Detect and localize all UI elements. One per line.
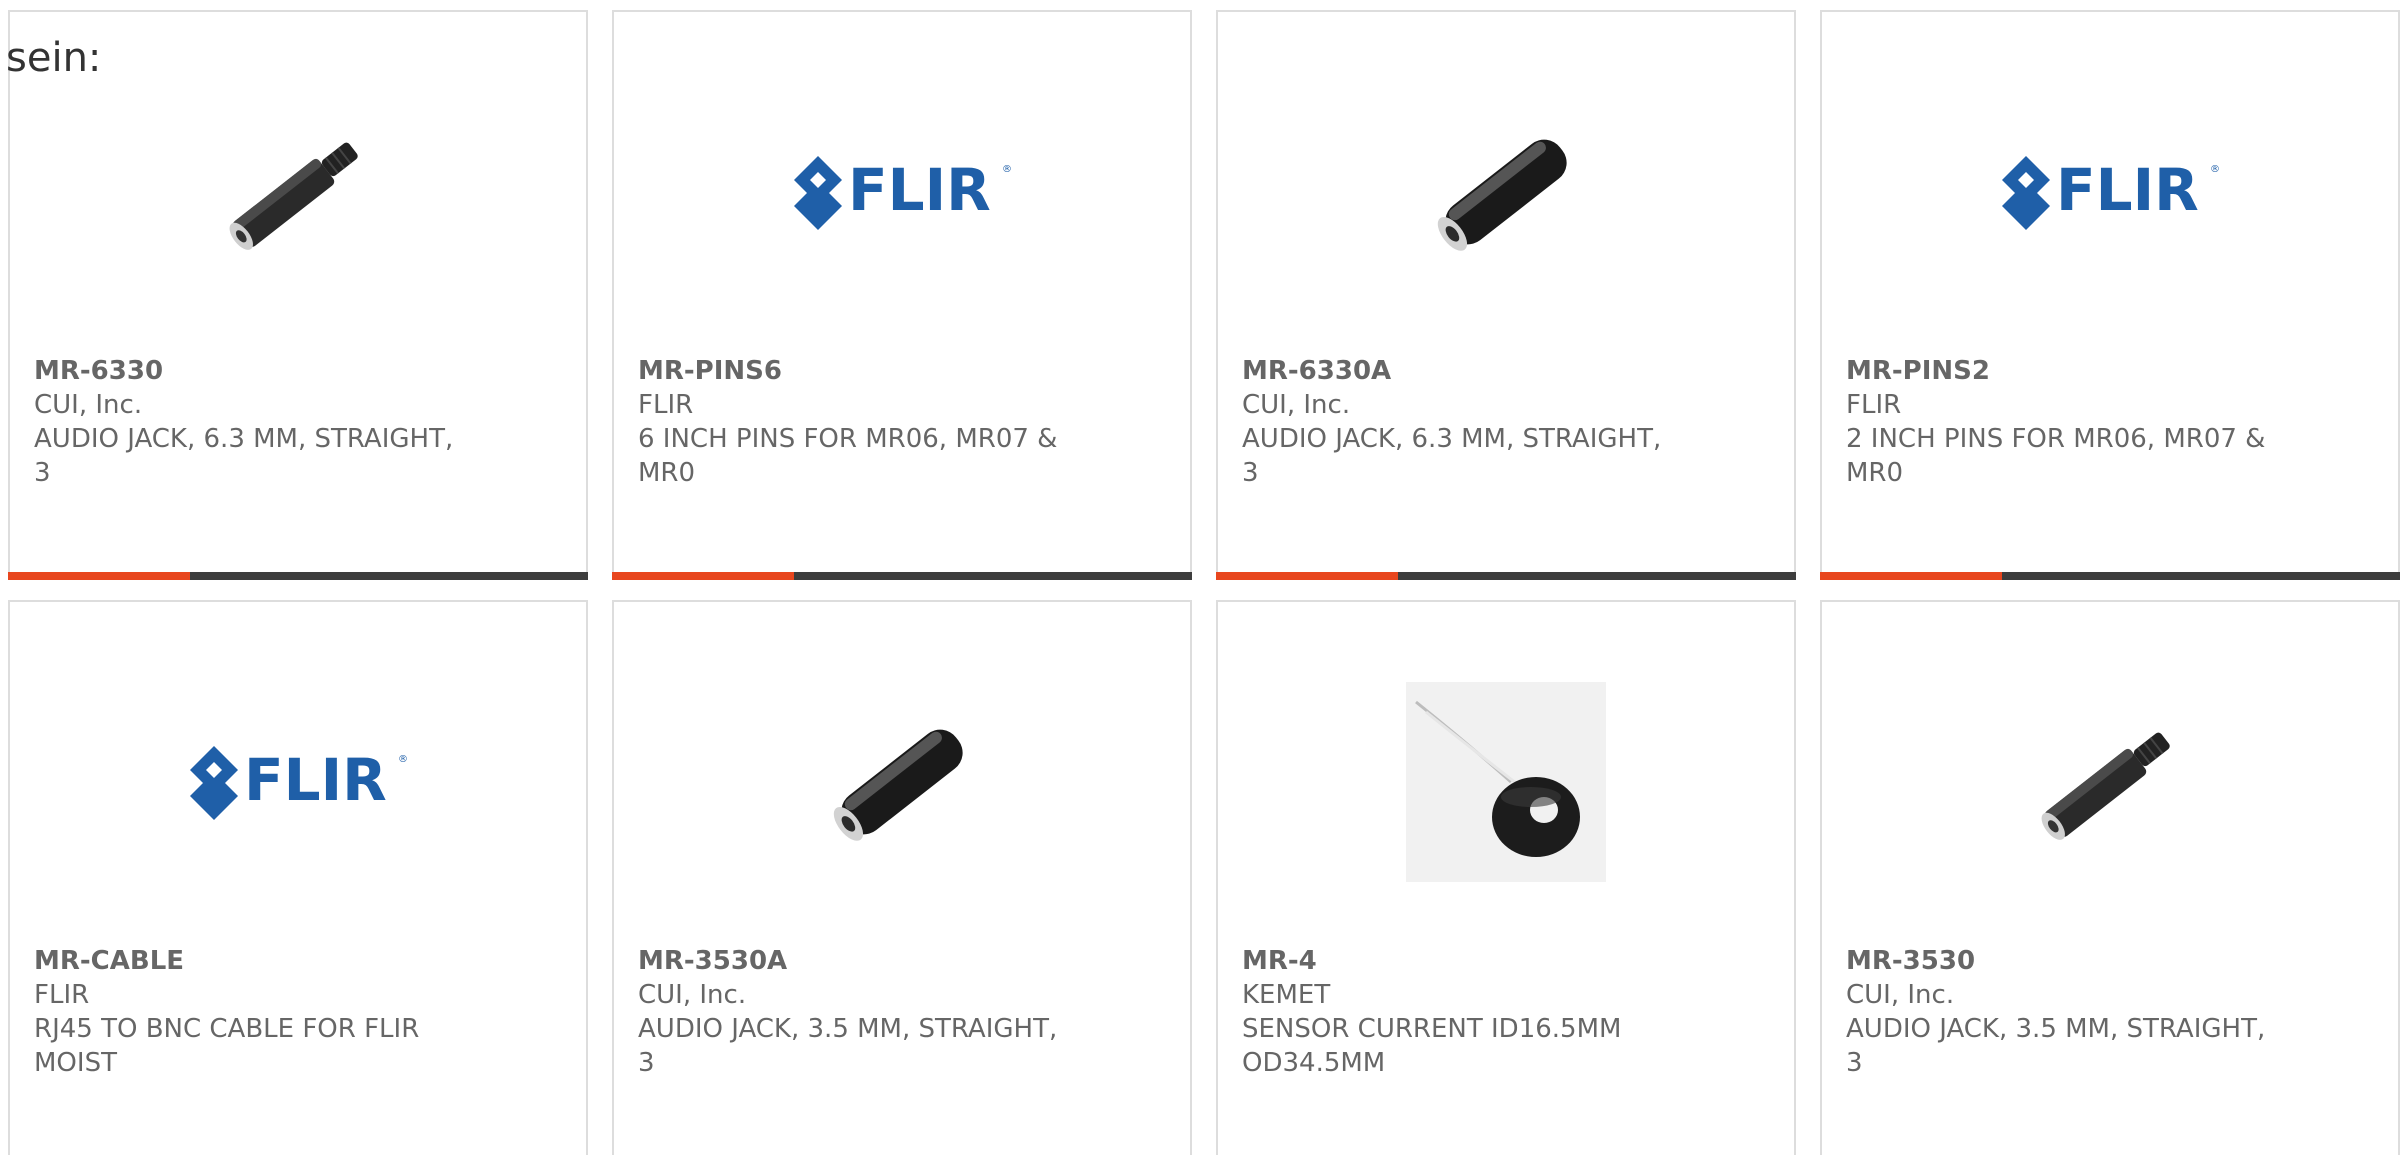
product-image[interactable]: FLIR ® <box>614 72 1190 312</box>
manufacturer: CUI, Inc. <box>1242 390 1351 420</box>
flir-logo-image: FLIR ® <box>2002 156 2220 230</box>
part-number[interactable]: MR-3530 <box>1846 944 2286 978</box>
product-card[interactable]: MR-6330 CUI, Inc. AUDIO JACK, 6.3 MM, ST… <box>8 10 588 580</box>
flir-logo-text: FLIR <box>848 156 991 224</box>
manufacturer: CUI, Inc. <box>1846 980 1955 1010</box>
audio-jack-thick-image <box>1437 139 1567 251</box>
audio-jack-long-image <box>229 142 358 250</box>
part-number[interactable]: MR-CABLE <box>34 944 474 978</box>
manufacturer: FLIR <box>1846 390 1902 420</box>
description: AUDIO JACK, 6.3 MM, STRAIGHT, 3 <box>1242 424 1662 488</box>
intro-text: sein: <box>6 35 102 81</box>
product-info: MR-4 KEMET SENSOR CURRENT ID16.5MM OD34.… <box>1242 944 1682 1080</box>
part-number[interactable]: MR-6330 <box>34 354 474 388</box>
product-info: MR-6330A CUI, Inc. AUDIO JACK, 6.3 MM, S… <box>1242 354 1682 490</box>
audio-jack-long-image <box>2041 732 2170 840</box>
card-accent-bar <box>8 572 190 580</box>
svg-text:®: ® <box>2210 164 2220 175</box>
card-bottom-bar <box>8 572 588 580</box>
card-accent-bar <box>612 572 794 580</box>
part-number[interactable]: MR-6330A <box>1242 354 1682 388</box>
product-image[interactable]: FLIR ® <box>1822 72 2398 312</box>
product-info: MR-CABLE FLIR RJ45 TO BNC CABLE FOR FLIR… <box>34 944 474 1080</box>
part-number[interactable]: MR-PINS2 <box>1846 354 2286 388</box>
manufacturer: CUI, Inc. <box>34 390 143 420</box>
product-card[interactable]: FLIR ® MR-CABLE FLIR RJ45 TO BNC CABLE F… <box>8 600 588 1155</box>
flir-logo-text: FLIR <box>244 746 387 814</box>
product-grid-page: sein: MR-6330 CUI, Inc. AUDIO JACK, 6.3 <box>0 0 2400 1155</box>
description: 2 INCH PINS FOR MR06, MR07 & MR0 <box>1846 424 2266 488</box>
product-image[interactable] <box>614 662 1190 902</box>
description: AUDIO JACK, 6.3 MM, STRAIGHT, 3 <box>34 424 454 488</box>
description: AUDIO JACK, 3.5 MM, STRAIGHT, 3 <box>1846 1014 2266 1078</box>
product-info: MR-PINS2 FLIR 2 INCH PINS FOR MR06, MR07… <box>1846 354 2286 490</box>
product-image[interactable] <box>1822 662 2398 902</box>
svg-text:®: ® <box>398 754 408 765</box>
product-info: MR-3530A CUI, Inc. AUDIO JACK, 3.5 MM, S… <box>638 944 1078 1080</box>
audio-jack-thick-image <box>833 729 963 841</box>
product-card[interactable]: MR-3530A CUI, Inc. AUDIO JACK, 3.5 MM, S… <box>612 600 1192 1155</box>
current-sensor-image-frame <box>1406 682 1606 882</box>
product-card[interactable]: MR-3530 CUI, Inc. AUDIO JACK, 3.5 MM, ST… <box>1820 600 2400 1155</box>
card-accent-bar <box>1820 572 2002 580</box>
description: AUDIO JACK, 3.5 MM, STRAIGHT, 3 <box>638 1014 1058 1078</box>
card-bottom-bar <box>1820 572 2400 580</box>
current-sensor-image <box>1415 700 1580 857</box>
product-card[interactable]: FLIR ® MR-PINS2 FLIR 2 INCH PINS FOR MR0… <box>1820 10 2400 580</box>
flir-logo-text: FLIR <box>2056 156 2199 224</box>
manufacturer: FLIR <box>34 980 90 1010</box>
product-info: MR-PINS6 FLIR 6 INCH PINS FOR MR06, MR07… <box>638 354 1078 490</box>
description: RJ45 TO BNC CABLE FOR FLIR MOIST <box>34 1014 420 1078</box>
part-number[interactable]: MR-4 <box>1242 944 1682 978</box>
manufacturer: CUI, Inc. <box>638 980 747 1010</box>
product-card[interactable]: MR-4 KEMET SENSOR CURRENT ID16.5MM OD34.… <box>1216 600 1796 1155</box>
part-number[interactable]: MR-PINS6 <box>638 354 1078 388</box>
manufacturer: FLIR <box>638 390 694 420</box>
product-image[interactable] <box>10 72 586 312</box>
card-bottom-bar <box>612 572 1192 580</box>
card-accent-bar <box>1216 572 1398 580</box>
part-number[interactable]: MR-3530A <box>638 944 1078 978</box>
product-card[interactable]: FLIR ® MR-PINS6 FLIR 6 INCH PINS FOR MR0… <box>612 10 1192 580</box>
product-image[interactable]: FLIR ® <box>10 662 586 902</box>
product-image[interactable] <box>1218 662 1794 902</box>
description: 6 INCH PINS FOR MR06, MR07 & MR0 <box>638 424 1058 488</box>
product-info: MR-3530 CUI, Inc. AUDIO JACK, 3.5 MM, ST… <box>1846 944 2286 1080</box>
product-image[interactable] <box>1218 72 1794 312</box>
product-info: MR-6330 CUI, Inc. AUDIO JACK, 6.3 MM, ST… <box>34 354 474 490</box>
flir-logo-image: FLIR ® <box>794 156 1012 230</box>
manufacturer: KEMET <box>1242 980 1331 1010</box>
card-bottom-bar <box>1216 572 1796 580</box>
flir-logo-image: FLIR ® <box>190 746 408 820</box>
svg-text:®: ® <box>1002 164 1012 175</box>
product-card[interactable]: MR-6330A CUI, Inc. AUDIO JACK, 6.3 MM, S… <box>1216 10 1796 580</box>
description: SENSOR CURRENT ID16.5MM OD34.5MM <box>1242 1014 1622 1078</box>
